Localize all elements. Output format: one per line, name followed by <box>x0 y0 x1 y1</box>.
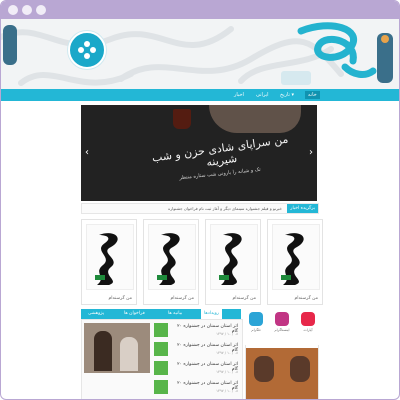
news-thumbnail <box>154 361 168 375</box>
card-title[interactable]: من گرسنه‌ام <box>82 296 136 301</box>
poster-card[interactable]: من گرسنه‌ام <box>143 219 199 305</box>
content-tabs: پژوهشی فراخوان ها بیانیه ها رویدادها <box>81 309 241 319</box>
poster-image <box>86 224 134 290</box>
hero-photo-hands <box>209 105 301 133</box>
ticker-text[interactable]: خبرنو و فیلم جشنواره سینمای دیگر و آغاز … <box>168 204 282 213</box>
news-date: ۱۳۹۷ / ۱۰ / ۰۸ <box>216 332 238 336</box>
ticker-label: برگزیده اخبار <box>287 204 318 213</box>
card-title[interactable]: من گرسنه‌ام <box>144 296 198 301</box>
news-date: ۱۳۹۷ / ۱۰ / ۰۸ <box>216 389 238 393</box>
nav-item-home[interactable]: خانه <box>305 91 320 99</box>
news-thumbnail <box>154 323 168 337</box>
browser-frame: خانه تاریخ ▾ ایرانی اخبار ‹ › من سراپای … <box>0 0 400 400</box>
site-logo[interactable] <box>68 31 106 69</box>
poster-image <box>148 224 196 290</box>
poster-image <box>210 224 258 290</box>
poster-card[interactable]: من گرسنه‌ام <box>81 219 137 305</box>
news-item[interactable]: ۲۰ اثر استان سمنان در جشنواره گام ۱۳۹۷ /… <box>154 341 238 357</box>
window-dot-icon[interactable] <box>22 5 32 15</box>
side-image[interactable] <box>282 348 318 399</box>
slider-dots[interactable] <box>193 193 208 201</box>
app-icon[interactable] <box>301 312 315 326</box>
poster-card[interactable]: من گرسنه‌ام <box>267 219 323 305</box>
news-thumbnail <box>154 342 168 356</box>
hero-slider[interactable]: ‹ › من سراپای شادی حزن و شب شیرینه تک و … <box>81 105 317 201</box>
news-date: ۱۳۹۷ / ۱۰ / ۰۸ <box>216 351 238 355</box>
poster-image <box>272 224 320 290</box>
social-block: تلگرام اینستاگرام آپارات <box>245 309 321 345</box>
site-header <box>1 19 399 89</box>
main-nav: خانه تاریخ ▾ ایرانی اخبار <box>1 89 399 101</box>
nav-item-news[interactable]: اخبار <box>231 91 247 99</box>
news-item[interactable]: ۲۰ اثر استان سمنان در جشنواره گام ۱۳۹۷ /… <box>154 322 238 338</box>
news-date: ۱۳۹۷ / ۱۰ / ۰۸ <box>216 370 238 374</box>
side-image[interactable] <box>246 348 282 399</box>
app-label: آپارات <box>303 328 313 332</box>
slider-prev-button[interactable]: ‹ <box>85 147 89 158</box>
window-dot-icon[interactable] <box>36 5 46 15</box>
tab-events[interactable]: رویدادها <box>201 309 222 319</box>
news-panel: ۲۰ اثر استان سمنان در جشنواره گام ۱۳۹۷ /… <box>81 319 243 399</box>
news-thumbnail <box>154 380 168 394</box>
window-dot-icon[interactable] <box>8 5 18 15</box>
window-titlebar <box>1 1 399 19</box>
news-ticker: خبرنو و فیلم جشنواره سینمای دیگر و آغاز … <box>81 203 319 214</box>
telegram-label: تلگرام <box>251 328 261 332</box>
calligraphy-pattern <box>1 22 393 86</box>
instagram-label: اینستاگرام <box>274 328 290 332</box>
news-item[interactable]: ۲۰ اثر استان سمنان در جشنواره گام ۱۳۹۷ /… <box>154 360 238 376</box>
flower-icon <box>78 41 96 59</box>
side-images <box>246 348 318 399</box>
nav-item-iranian[interactable]: ایرانی <box>253 91 272 99</box>
telegram-icon[interactable] <box>249 312 263 326</box>
card-title[interactable]: من گرسنه‌ام <box>268 296 322 301</box>
card-title[interactable]: من گرسنه‌ام <box>206 296 260 301</box>
hero-photo-tea-glass <box>173 109 191 129</box>
instagram-icon[interactable] <box>275 312 289 326</box>
news-item[interactable]: ۲۰ اثر استان سمنان در جشنواره گام ۱۳۹۷ /… <box>154 379 238 395</box>
tab-calls[interactable]: فراخوان ها <box>121 309 148 319</box>
poster-cards: من گرسنه‌ام من گرسنه‌ام من گرسنه‌ام من گ… <box>81 219 323 305</box>
slider-next-button[interactable]: › <box>309 147 313 158</box>
poster-card[interactable]: من گرسنه‌ام <box>205 219 261 305</box>
nav-item-history[interactable]: تاریخ ▾ <box>277 91 297 99</box>
tab-statements[interactable]: بیانیه ها <box>165 309 185 319</box>
featured-news-image[interactable] <box>84 323 150 373</box>
tab-research[interactable]: پژوهشی <box>85 309 107 319</box>
